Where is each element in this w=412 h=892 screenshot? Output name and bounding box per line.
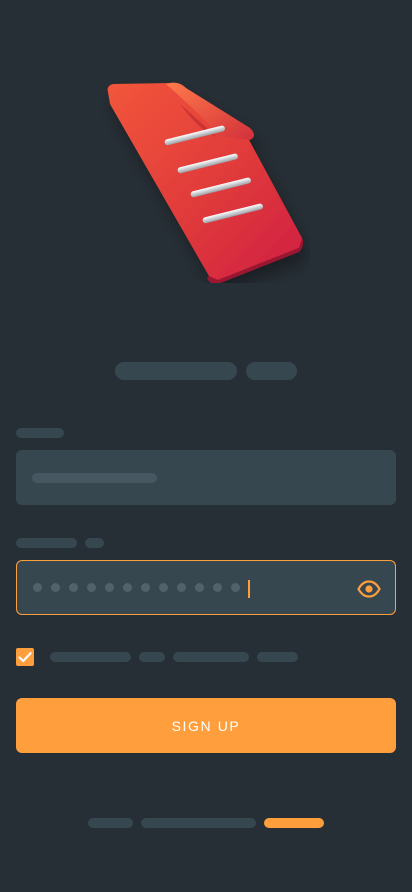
password-dot: [213, 583, 222, 592]
title-placeholder: [115, 362, 237, 380]
password-dot: [105, 583, 114, 592]
terms-text-placeholder: [50, 652, 131, 662]
page-indicator-1[interactable]: [88, 818, 133, 828]
password-dot: [87, 583, 96, 592]
check-icon: [18, 652, 32, 663]
terms-text-placeholder: [139, 652, 165, 662]
password-dot: [33, 583, 42, 592]
text-input-field[interactable]: [16, 450, 396, 505]
password-input-field[interactable]: [16, 560, 396, 615]
page-indicator-3-active[interactable]: [264, 818, 324, 828]
password-dot: [51, 583, 60, 592]
page-indicator-2[interactable]: [141, 818, 256, 828]
terms-text-placeholder: [257, 652, 298, 662]
sign-up-button[interactable]: SIGN UP: [16, 698, 396, 753]
password-dot: [177, 583, 186, 592]
password-dot: [123, 583, 132, 592]
terms-checkbox[interactable]: [16, 648, 34, 666]
password-dot: [231, 583, 240, 592]
title-placeholder-2: [246, 362, 297, 380]
text-caret: [248, 580, 250, 598]
field-label-placeholder: [16, 428, 64, 438]
password-dot: [141, 583, 150, 592]
input-value-placeholder: [32, 473, 157, 483]
password-dot: [195, 583, 204, 592]
document-illustration: [107, 82, 303, 283]
password-dot: [159, 583, 168, 592]
password-label-placeholder: [16, 538, 77, 548]
password-dot: [69, 583, 78, 592]
password-mask: [33, 561, 240, 614]
terms-link-placeholder[interactable]: [173, 652, 249, 662]
eye-icon[interactable]: [357, 577, 381, 601]
password-label-placeholder-2: [85, 538, 104, 548]
